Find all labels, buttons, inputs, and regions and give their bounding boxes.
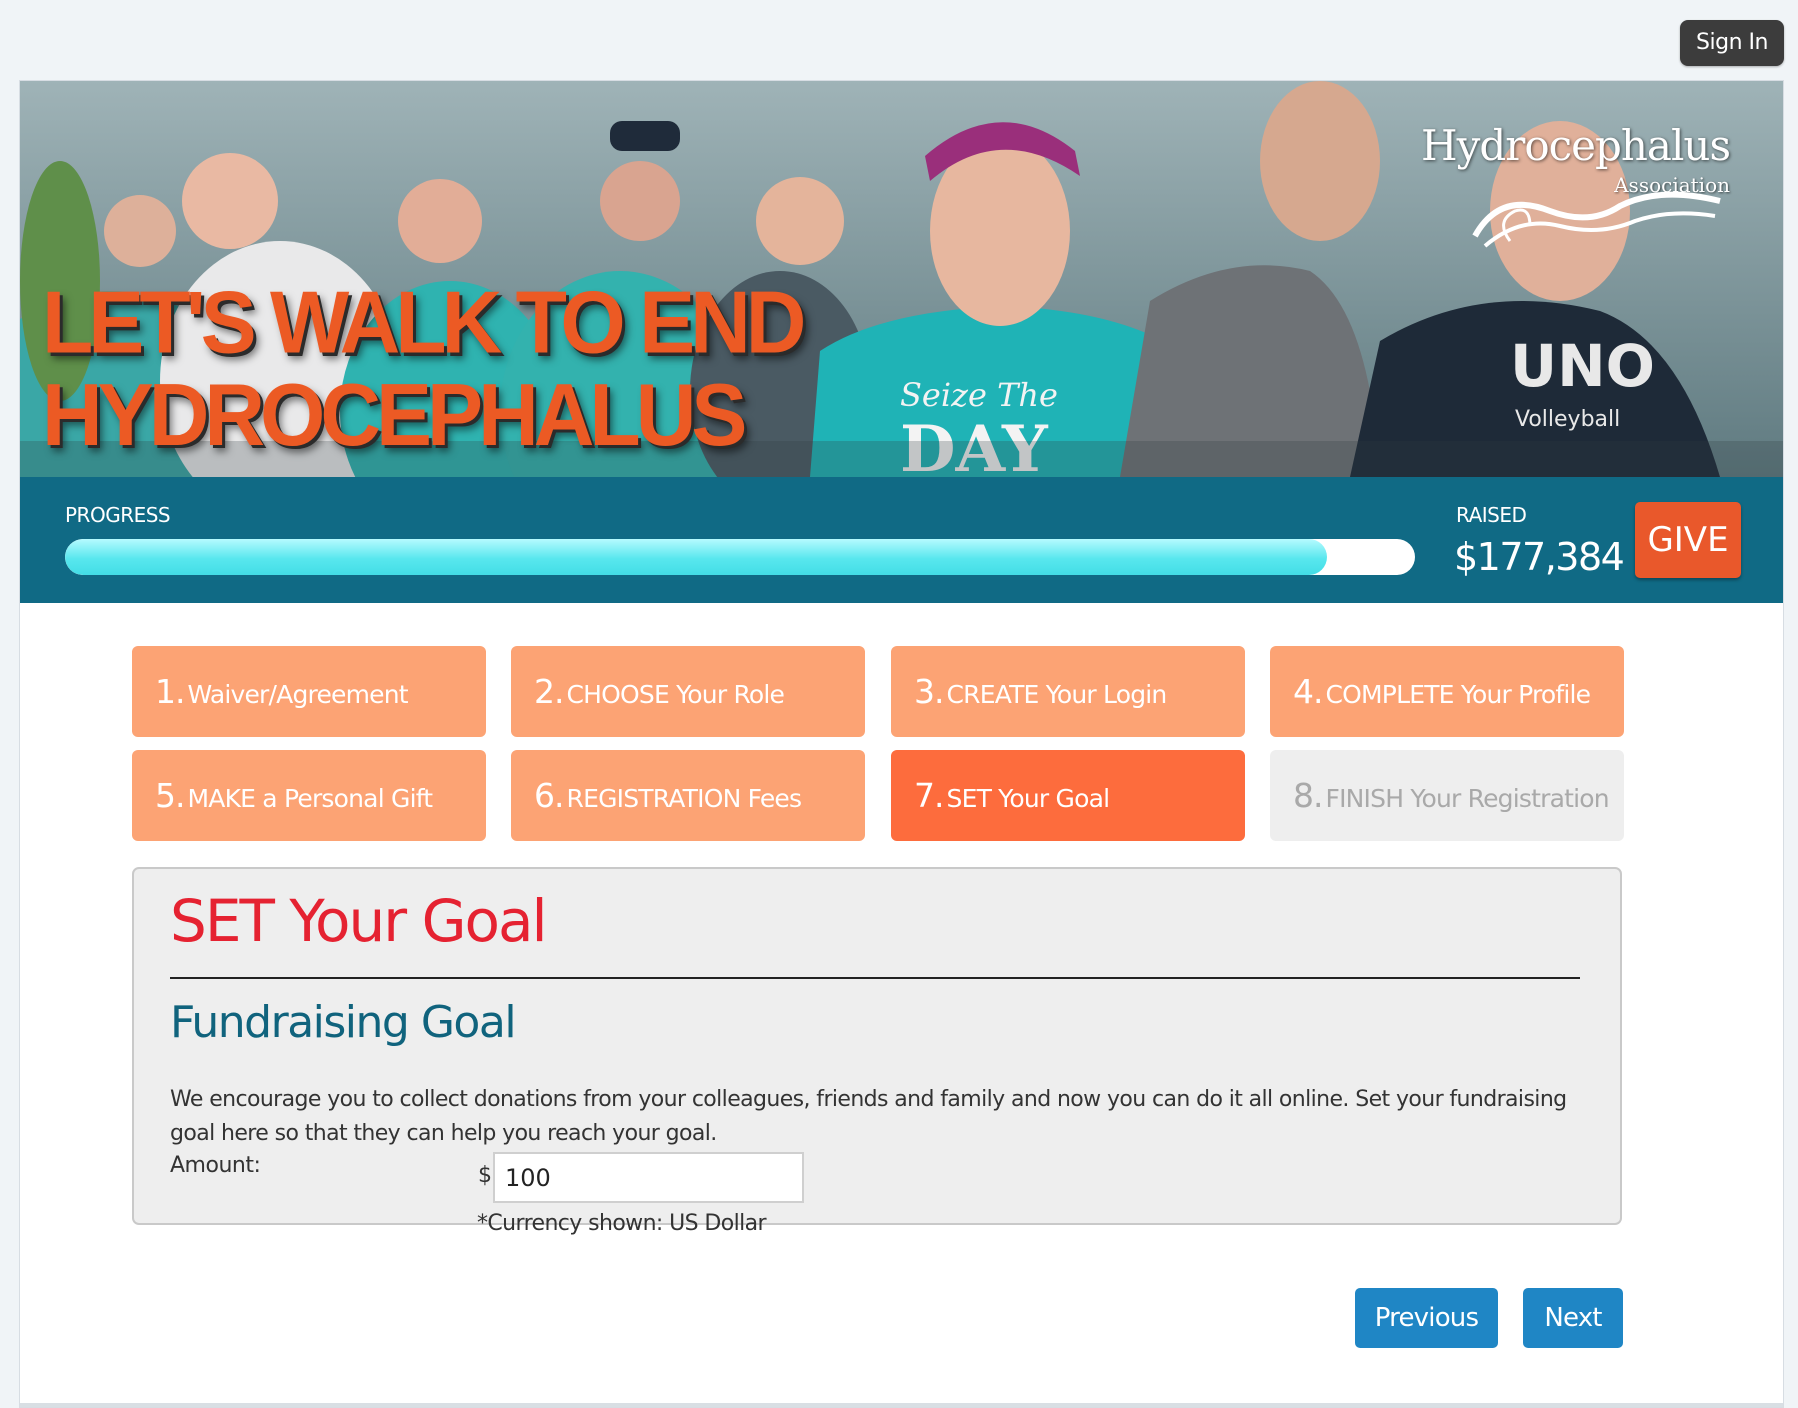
step-waiver[interactable]: 1. Waiver/Agreement <box>132 646 486 737</box>
goal-panel: SET Your Goal Fundraising Goal We encour… <box>132 867 1622 1236</box>
progress-label: PROGRESS <box>65 503 171 527</box>
step-number: 1. <box>155 672 185 711</box>
step-label: Waiver/Agreement <box>187 680 409 709</box>
title-divider <box>170 977 1580 979</box>
step-label: COMPLETE Your Profile <box>1325 680 1592 709</box>
page-title: SET Your Goal <box>170 887 548 955</box>
step-label: FINISH Your Registration <box>1325 784 1610 813</box>
headline-line-2: HYDROCEPHALUS <box>42 365 747 464</box>
step-number: 6. <box>534 776 564 815</box>
svg-text:UNO: UNO <box>1510 332 1655 400</box>
step-number: 7. <box>914 776 944 815</box>
svg-text:Volleyball: Volleyball <box>1515 407 1620 432</box>
step-label: MAKE a Personal Gift <box>187 784 434 813</box>
currency-note: *Currency shown: US Dollar <box>477 1211 767 1236</box>
amount-input[interactable] <box>493 1152 804 1203</box>
step-number: 8. <box>1293 776 1323 815</box>
currency-symbol: $ <box>478 1163 492 1188</box>
step-set-goal[interactable]: 7. SET Your Goal <box>891 750 1245 841</box>
step-number: 4. <box>1293 672 1323 711</box>
progress-strip: PROGRESS RAISED $177,384 GIVE <box>20 477 1783 603</box>
raised-label: RAISED <box>1456 503 1527 527</box>
footer-edge <box>20 1403 1783 1407</box>
step-registration-fees[interactable]: 6. REGISTRATION Fees <box>511 750 865 841</box>
amount-label: Amount: <box>170 1153 261 1178</box>
previous-button[interactable]: Previous <box>1355 1288 1498 1348</box>
step-label: CREATE Your Login <box>946 680 1168 709</box>
sign-in-button[interactable]: Sign In <box>1680 20 1784 66</box>
banner-headline: LET'S WALK TO END HYDROCEPHALUS <box>42 276 842 461</box>
logo-name: Hydrocephalus <box>1421 121 1731 170</box>
headline-line-1: LET'S WALK TO END <box>42 272 806 372</box>
progress-bar <box>65 539 1415 575</box>
hero-banner: Seize The DAY UNO Volleyball LET'S WALK … <box>20 81 1783 477</box>
step-number: 5. <box>155 776 185 815</box>
step-personal-gift[interactable]: 5. MAKE a Personal Gift <box>132 750 486 841</box>
association-logo: Hydrocephalus Association <box>1421 121 1760 251</box>
step-choose-role[interactable]: 2. CHOOSE Your Role <box>511 646 865 737</box>
progress-bar-fill <box>65 539 1328 575</box>
section-title: Fundraising Goal <box>170 997 517 1048</box>
step-label: CHOOSE Your Role <box>566 680 785 709</box>
svg-text:Seize The: Seize The <box>900 376 1058 414</box>
registration-steps: 1. Waiver/Agreement 2. CHOOSE Your Role 3.… <box>132 646 1624 843</box>
give-button[interactable]: GIVE <box>1635 502 1741 578</box>
step-complete-profile[interactable]: 4. COMPLETE Your Profile <box>1270 646 1624 737</box>
step-finish-registration: 8. FINISH Your Registration <box>1270 750 1624 841</box>
step-number: 2. <box>534 672 564 711</box>
step-create-login[interactable]: 3. CREATE Your Login <box>891 646 1245 737</box>
step-label: SET Your Goal <box>946 784 1111 813</box>
step-number: 3. <box>914 672 944 711</box>
wave-logo-icon <box>1472 191 1721 248</box>
raised-amount: $177,384 <box>1454 535 1625 579</box>
goal-description: We encourage you to collect donations fr… <box>170 1087 1567 1146</box>
step-label: REGISTRATION Fees <box>566 784 803 813</box>
next-button[interactable]: Next <box>1523 1288 1623 1348</box>
registration-card: Seize The DAY UNO Volleyball LET'S WALK … <box>19 80 1784 1408</box>
